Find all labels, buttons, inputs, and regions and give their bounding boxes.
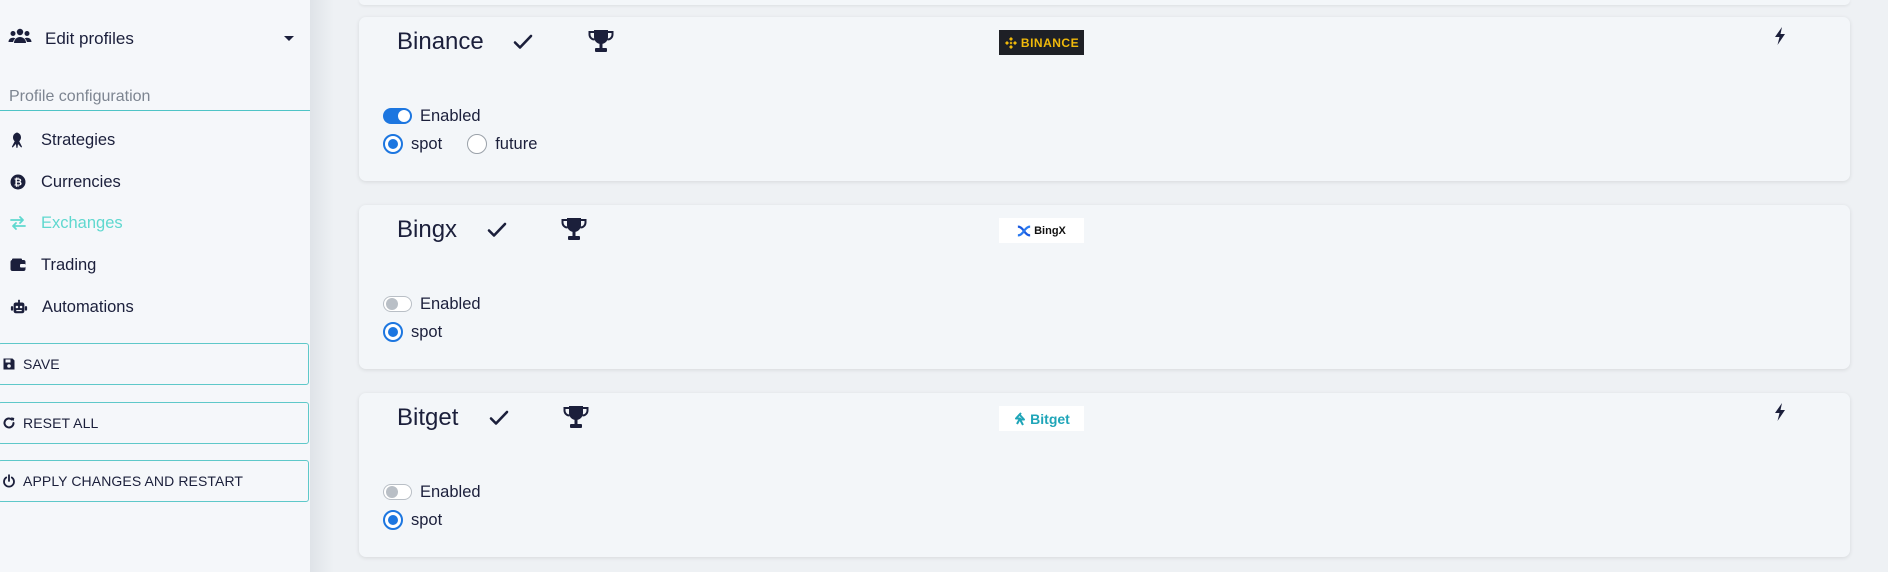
exchange-card-bingx: Bingx BingX Enabled spot: [359, 205, 1850, 369]
sidebar: Edit profiles Profile configuration Stra…: [0, 0, 310, 572]
bolt-icon: [1773, 27, 1787, 45]
previous-card-edge: [359, 0, 1850, 5]
bingx-logo: BingX: [999, 218, 1084, 243]
save-button[interactable]: SAVE: [0, 343, 309, 385]
radio-label: future: [495, 134, 538, 153]
sidebar-item-strategies[interactable]: Strategies: [0, 126, 300, 154]
wallet-icon: [7, 254, 29, 276]
edit-profiles-dropdown[interactable]: Edit profiles: [8, 24, 298, 54]
check-icon: [487, 406, 511, 430]
sidebar-shadow: [310, 0, 334, 572]
exchange-name: Bingx: [397, 216, 458, 243]
exchange-card-bitget: Bitget Bitget Enabled spot: [359, 393, 1850, 557]
floppy-disk-icon: [1, 356, 17, 372]
toggle-knob: [386, 486, 398, 498]
enabled-toggle[interactable]: [383, 484, 412, 500]
apply-changes-restart-label: APPLY CHANGES AND RESTART: [23, 473, 244, 489]
radio-label: spot: [411, 134, 443, 153]
radio-spot[interactable]: spot: [383, 322, 442, 342]
save-button-label: SAVE: [23, 356, 60, 372]
swap-arrows-icon: [7, 212, 29, 234]
robot-icon: [8, 296, 30, 318]
divider: [0, 110, 310, 111]
binance-diamond-icon: [1004, 36, 1018, 50]
radio-spot[interactable]: spot: [383, 134, 442, 154]
sidebar-item-label: Strategies: [41, 130, 116, 149]
radio-label: spot: [411, 322, 443, 341]
toggle-knob: [398, 110, 410, 122]
edit-profiles-label: Edit profiles: [45, 29, 134, 48]
radio-spot[interactable]: spot: [383, 510, 442, 530]
enabled-label: Enabled: [420, 482, 481, 501]
sidebar-item-label: Exchanges: [41, 213, 123, 232]
power-icon: [1, 473, 17, 489]
exchange-name: Binance: [397, 28, 484, 55]
enabled-toggle[interactable]: [383, 296, 412, 312]
check-icon: [485, 218, 509, 242]
enabled-label: Enabled: [420, 294, 481, 313]
check-icon: [511, 30, 535, 54]
bingx-x-icon: [1017, 224, 1031, 238]
bitget-logo-text: Bitget: [1030, 410, 1070, 427]
bitget-logo: Bitget: [999, 406, 1084, 431]
enabled-label: Enabled: [420, 106, 481, 125]
radio-future[interactable]: future: [467, 134, 537, 154]
toggle-knob: [386, 298, 398, 310]
sidebar-item-label: Currencies: [41, 172, 121, 191]
reset-all-button-label: RESET ALL: [23, 415, 99, 431]
section-title: Profile configuration: [9, 88, 151, 105]
caret-down-icon: [284, 36, 294, 41]
bitget-arrows-icon: [1013, 411, 1027, 426]
exchange-name: Bitget: [397, 404, 459, 431]
radio-button[interactable]: [467, 134, 488, 154]
radio-button[interactable]: [383, 134, 403, 154]
sidebar-item-automations[interactable]: Automations: [0, 293, 300, 321]
binance-logo: BINANCE: [999, 30, 1084, 55]
apply-changes-restart-button[interactable]: APPLY CHANGES AND RESTART: [0, 460, 309, 502]
sidebar-item-trading[interactable]: Trading: [0, 251, 300, 279]
bitcoin-icon: ₿: [7, 171, 29, 193]
bingx-logo-text: BingX: [1034, 224, 1066, 237]
trophy-icon[interactable]: [562, 404, 590, 430]
sidebar-item-currencies[interactable]: ₿ Currencies: [0, 168, 300, 196]
trophy-icon[interactable]: [587, 28, 615, 54]
enabled-toggle[interactable]: [383, 108, 412, 124]
octopus-icon: [7, 129, 29, 151]
refresh-icon: [1, 415, 17, 431]
sidebar-item-exchanges[interactable]: Exchanges: [0, 209, 300, 237]
sidebar-item-label: Trading: [41, 255, 97, 274]
binance-logo-text: BINANCE: [1020, 35, 1080, 50]
trophy-icon[interactable]: [560, 216, 588, 242]
bolt-icon: [1773, 403, 1787, 421]
sidebar-item-label: Automations: [42, 297, 134, 316]
radio-button[interactable]: [383, 510, 403, 530]
exchange-card-binance: Binance BINANCE Enabled spot future: [359, 17, 1850, 181]
reset-all-button[interactable]: RESET ALL: [0, 402, 309, 444]
svg-text:₿: ₿: [14, 177, 22, 189]
users-icon: [8, 27, 32, 52]
radio-label: spot: [411, 510, 443, 529]
radio-button[interactable]: [383, 322, 403, 342]
